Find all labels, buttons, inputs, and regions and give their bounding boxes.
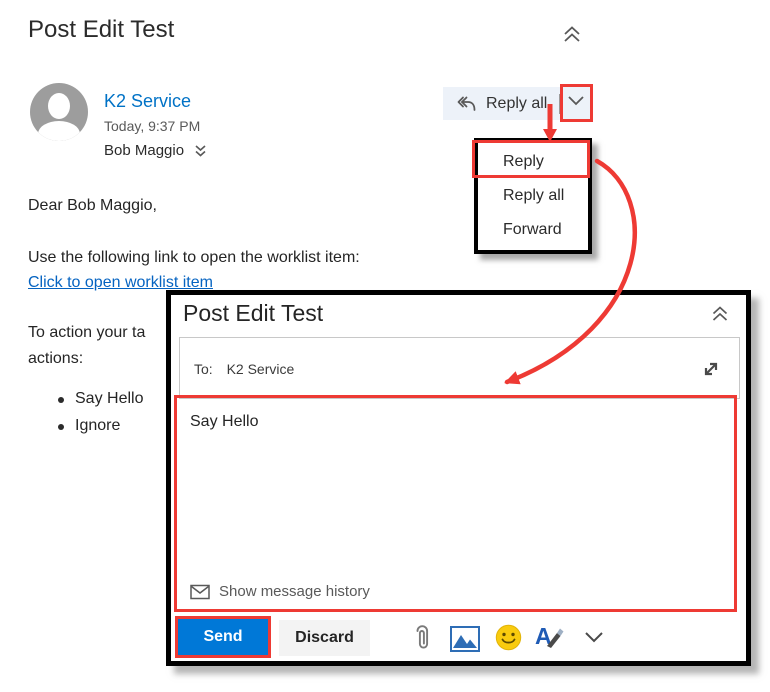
send-button[interactable]: Send bbox=[178, 619, 268, 655]
reply-all-icon bbox=[455, 94, 477, 114]
bullet-say-hello: Say Hello bbox=[58, 390, 143, 408]
reply-options-chevron-icon[interactable] bbox=[566, 94, 586, 108]
button-divider bbox=[559, 93, 561, 114]
show-message-history-link[interactable]: Show message history bbox=[190, 583, 370, 600]
compose-collapse-icon[interactable] bbox=[710, 305, 730, 323]
email-instruction: Use the following link to open the workl… bbox=[28, 249, 360, 266]
attach-file-icon[interactable] bbox=[411, 622, 433, 652]
email-action-line-1: To action your ta bbox=[28, 324, 146, 341]
menu-item-forward[interactable]: Forward bbox=[478, 213, 588, 247]
envelope-icon bbox=[190, 584, 210, 600]
popout-expand-icon[interactable] bbox=[699, 357, 723, 381]
email-greeting: Dear Bob Maggio, bbox=[28, 197, 157, 214]
outlook-reading-pane: Post Edit Test K2 Service Today, 9:37 PM… bbox=[0, 0, 770, 692]
reply-all-label: Reply all bbox=[486, 94, 548, 112]
sender-avatar[interactable] bbox=[30, 83, 88, 141]
show-message-history-label: Show message history bbox=[219, 583, 370, 600]
more-options-chevron-icon[interactable] bbox=[583, 630, 605, 644]
email-subject: Post Edit Test bbox=[28, 16, 175, 43]
message-body-editor[interactable]: Say Hello Show message history bbox=[182, 403, 737, 610]
reply-dropdown-menu: Reply Reply all Forward bbox=[474, 138, 592, 254]
formatting-options-icon[interactable]: A bbox=[535, 622, 567, 652]
recipient-toggle[interactable]: Bob Maggio bbox=[104, 142, 208, 159]
chevron-double-down-icon bbox=[193, 143, 208, 158]
menu-item-reply[interactable]: Reply bbox=[478, 145, 588, 179]
inline-reply-window: Post Edit Test To: K2 Service Say Hello bbox=[166, 290, 751, 666]
bullet-ignore: Ignore bbox=[58, 417, 143, 435]
recipient-name: Bob Maggio bbox=[104, 142, 185, 159]
to-label: To: bbox=[194, 361, 213, 377]
discard-button[interactable]: Discard bbox=[279, 620, 370, 656]
to-field[interactable]: To: K2 Service bbox=[179, 337, 740, 399]
compose-subject: Post Edit Test bbox=[183, 300, 324, 326]
menu-item-reply-all[interactable]: Reply all bbox=[478, 179, 588, 213]
email-action-line-2: actions: bbox=[28, 350, 84, 367]
action-bullet-list: Say Hello Ignore bbox=[58, 390, 143, 444]
collapse-thread-icon[interactable] bbox=[561, 25, 583, 44]
sender-name[interactable]: K2 Service bbox=[104, 91, 191, 112]
emoji-icon[interactable] bbox=[495, 624, 522, 651]
message-body-text: Say Hello bbox=[190, 413, 259, 430]
to-value: K2 Service bbox=[226, 361, 295, 377]
insert-image-icon[interactable] bbox=[450, 626, 480, 652]
email-timestamp: Today, 9:37 PM bbox=[104, 118, 201, 134]
